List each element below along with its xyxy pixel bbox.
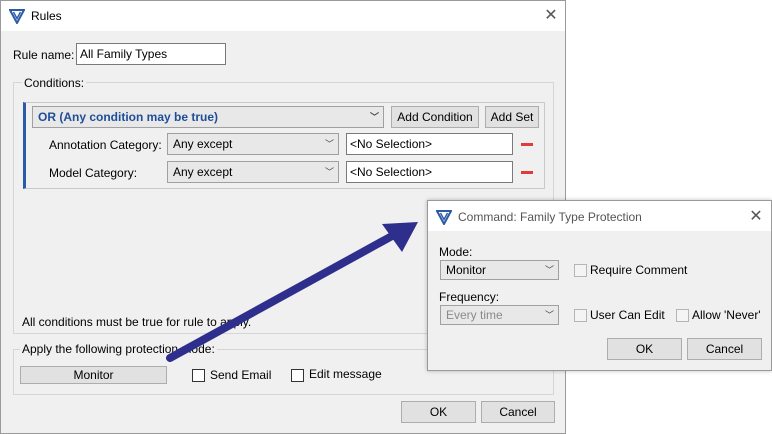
mode-select[interactable]: Monitor ﹀ [440, 260, 559, 280]
require-comment-label: Require Comment [590, 263, 688, 277]
operator-select-value: OR (Any condition may be true) [38, 110, 219, 124]
remove-condition-minus-icon[interactable] [521, 171, 533, 174]
edit-message-label: Edit message [309, 367, 382, 381]
send-email-checkbox[interactable] [192, 369, 205, 382]
add-condition-button[interactable]: Add Condition [391, 106, 479, 128]
protection-label: Apply the following protection mode: [20, 342, 217, 356]
frequency-select-value: Every time [446, 308, 503, 322]
mode-select-value: Monitor [446, 263, 487, 277]
rule-name-label: Rule name: [13, 48, 75, 62]
frequency-select[interactable]: Every time ﹀ [440, 305, 559, 325]
frequency-label: Frequency: [439, 290, 500, 304]
allow-never-label: Allow 'Never' [692, 308, 761, 322]
app-logo-icon [9, 9, 25, 24]
command-title: Command: Family Type Protection [458, 210, 642, 224]
command-dialog: Command: Family Type Protection ✕ Mode: … [427, 200, 772, 371]
condition-operator-select[interactable]: Any except ﹀ [167, 133, 339, 155]
ok-button[interactable]: OK [401, 401, 476, 423]
remove-condition-minus-icon[interactable] [521, 143, 533, 146]
chevron-down-icon: ﹀ [324, 139, 334, 149]
mode-label: Mode: [439, 245, 473, 259]
chevron-down-icon: ﹀ [324, 167, 334, 177]
operator-select[interactable]: OR (Any condition may be true) ﹀ [32, 106, 384, 128]
chevron-down-icon: ﹀ [544, 265, 554, 275]
condition-operator-value: Any except [173, 165, 233, 179]
chevron-down-icon: ﹀ [369, 112, 379, 122]
cancel-button[interactable]: Cancel [481, 401, 555, 423]
close-icon[interactable]: ✕ [746, 207, 766, 227]
condition-operator-select[interactable]: Any except ﹀ [167, 161, 339, 183]
user-can-edit-checkbox[interactable] [574, 309, 587, 322]
condition-label-model: Model Category: [49, 166, 138, 180]
conditions-label: Conditions: [22, 76, 87, 90]
user-can-edit-label: User Can Edit [590, 308, 665, 322]
allow-never-checkbox[interactable] [676, 309, 689, 322]
chevron-down-icon: ﹀ [544, 310, 554, 320]
mode-button[interactable]: Monitor [20, 366, 167, 384]
close-icon[interactable]: ✕ [541, 6, 561, 26]
app-logo-icon [436, 210, 452, 225]
send-email-label: Send Email [210, 368, 272, 382]
require-comment-checkbox[interactable] [574, 264, 587, 277]
condition-value-input[interactable]: <No Selection> [346, 133, 513, 155]
condition-label-annotation: Annotation Category: [49, 138, 162, 152]
footer-note: All conditions must be true for rule to … [22, 315, 252, 329]
rule-name-input[interactable]: All Family Types [76, 43, 226, 65]
ok-button[interactable]: OK [607, 338, 682, 360]
cancel-button[interactable]: Cancel [687, 338, 762, 360]
rules-titlebar: Rules ✕ [1, 1, 565, 31]
condition-operator-value: Any except [173, 137, 233, 151]
rules-title: Rules [31, 9, 62, 23]
edit-message-checkbox[interactable] [291, 369, 304, 382]
add-set-button[interactable]: Add Set [485, 106, 539, 128]
condition-value-input[interactable]: <No Selection> [346, 161, 513, 183]
command-titlebar: Command: Family Type Protection ✕ [428, 201, 771, 231]
